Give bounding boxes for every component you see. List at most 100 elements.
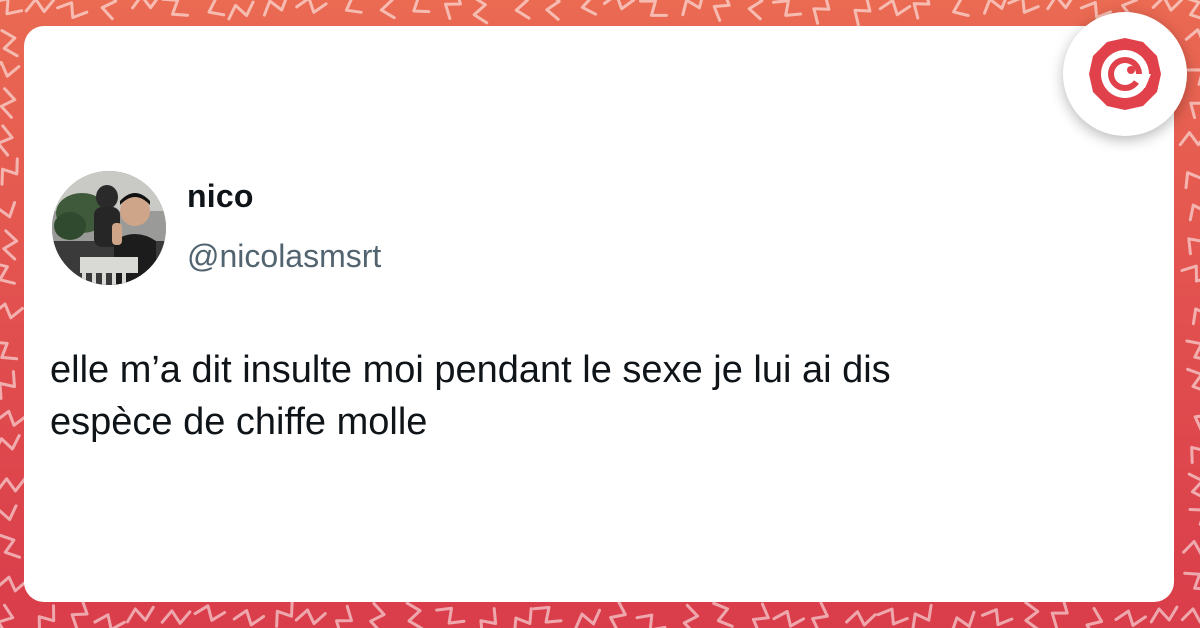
zigzag-mark xyxy=(1184,171,1200,190)
zigzag-mark xyxy=(1149,605,1179,624)
zigzag-mark xyxy=(682,603,700,628)
zigzag-mark xyxy=(275,599,294,628)
zigzag-mark xyxy=(1178,131,1200,147)
zigzag-mark xyxy=(1183,571,1200,591)
zigzag-mark xyxy=(812,0,831,25)
zigzag-mark xyxy=(1085,607,1104,628)
zigzag-mark xyxy=(853,0,872,27)
zigzag-mark xyxy=(412,0,431,14)
zigzag-mark xyxy=(1187,472,1200,498)
zigzag-mark xyxy=(0,0,24,16)
zigzag-mark xyxy=(1182,540,1200,556)
zigzag-mark xyxy=(1188,508,1200,526)
zigzag-mark xyxy=(405,601,424,628)
zigzag-mark xyxy=(435,606,466,625)
tweet-text-line: elle m’a dit insulte moi pendant le sexe… xyxy=(50,349,891,391)
site-logo-badge[interactable] xyxy=(1063,12,1187,136)
zigzag-mark xyxy=(472,0,489,25)
zigzag-mark xyxy=(0,263,16,285)
zigzag-mark xyxy=(609,599,627,628)
zigzag-mark xyxy=(0,533,21,559)
zigzag-mark xyxy=(344,0,363,14)
zigzag-mark xyxy=(1186,68,1200,86)
zigzag-mark xyxy=(335,604,353,628)
zigzag-mark xyxy=(951,610,976,628)
zigzag-mark xyxy=(0,370,16,400)
zigzag-mark xyxy=(160,609,192,625)
zigzag-mark xyxy=(227,0,255,21)
zigzag-mark xyxy=(1050,597,1069,628)
zigzag-mark xyxy=(981,608,1014,627)
zigzag-mark xyxy=(1187,237,1200,256)
zigzag-mark xyxy=(580,0,598,16)
zigzag-mark xyxy=(0,434,21,451)
zigzag-mark xyxy=(0,124,14,157)
zigzag-mark xyxy=(845,610,877,627)
zigzag-mark xyxy=(100,0,118,21)
zigzag-mark xyxy=(295,0,328,14)
zigzag-mark xyxy=(532,605,563,624)
zigzag-mark xyxy=(1186,0,1200,20)
zigzag-mark xyxy=(0,477,27,493)
zigzag-mark xyxy=(70,598,89,628)
tweet-card: nico @nicolasmsrt elle m’a dit insulte m… xyxy=(24,26,1174,602)
zigzag-mark xyxy=(126,605,155,624)
zigzag-mark xyxy=(0,575,29,593)
zigzag-mark xyxy=(0,201,17,219)
zigzag-mark xyxy=(912,0,931,20)
zigzag-mark xyxy=(294,608,327,626)
zigzag-mark xyxy=(1007,0,1040,14)
zigzag-mark xyxy=(262,0,288,17)
zigzag-mark xyxy=(56,1,89,19)
zigzag-mark xyxy=(0,157,19,186)
zigzag-mark xyxy=(1184,28,1200,41)
zigzag-mark xyxy=(747,0,764,21)
zigzag-mark xyxy=(574,608,602,628)
tweet-text-line: espèce de chiffe molle xyxy=(50,401,428,443)
zigzag-mark xyxy=(2,229,19,261)
zigzag-mark xyxy=(1188,203,1200,222)
zigzag-mark xyxy=(37,604,56,628)
zigzag-mark xyxy=(712,0,731,22)
zigzag-mark xyxy=(379,0,396,20)
zigzag-mark xyxy=(479,607,498,628)
zigzag-mark xyxy=(0,87,17,119)
zigzag-mark xyxy=(232,609,266,627)
zigzag-mark xyxy=(639,0,668,17)
zigzag-mark xyxy=(0,409,28,427)
zigzag-mark xyxy=(772,0,803,17)
zigzag-mark xyxy=(811,601,829,628)
zigzag-mark xyxy=(772,610,806,628)
zigzag-mark xyxy=(712,601,734,628)
zigzag-mark xyxy=(0,504,18,521)
zigzag-mark xyxy=(1193,414,1200,431)
zigzag-mark xyxy=(514,0,531,20)
zigzag-mark xyxy=(1180,607,1200,624)
author-handle[interactable]: @nicolasmsrt xyxy=(187,238,381,275)
zigzag-mark xyxy=(0,60,21,78)
zigzag-mark xyxy=(1151,0,1184,12)
zigzag-mark xyxy=(602,0,636,11)
zigzag-mark xyxy=(0,29,19,58)
zigzag-mark xyxy=(545,0,561,21)
zigzag-mark xyxy=(751,602,770,628)
zigzag-mark xyxy=(1180,264,1200,283)
site-logo-icon xyxy=(1089,38,1161,110)
zigzag-mark xyxy=(444,0,462,21)
zigzag-mark xyxy=(0,341,19,361)
zigzag-mark xyxy=(681,0,704,17)
zigzag-mark xyxy=(1185,339,1200,360)
zigzag-mark xyxy=(1024,601,1040,628)
zigzag-mark xyxy=(878,0,912,17)
zigzag-mark xyxy=(24,0,56,14)
author-name[interactable]: nico xyxy=(187,178,254,215)
zigzag-mark xyxy=(0,603,15,628)
zigzag-mark xyxy=(952,0,970,17)
author-avatar[interactable] xyxy=(52,171,166,285)
zigzag-mark xyxy=(369,602,386,628)
zigzag-mark xyxy=(161,0,189,17)
zigzag-mark xyxy=(983,0,1007,15)
zigzag-mark xyxy=(1114,609,1147,627)
zigzag-mark xyxy=(207,0,226,17)
zigzag-mark xyxy=(1046,0,1073,11)
